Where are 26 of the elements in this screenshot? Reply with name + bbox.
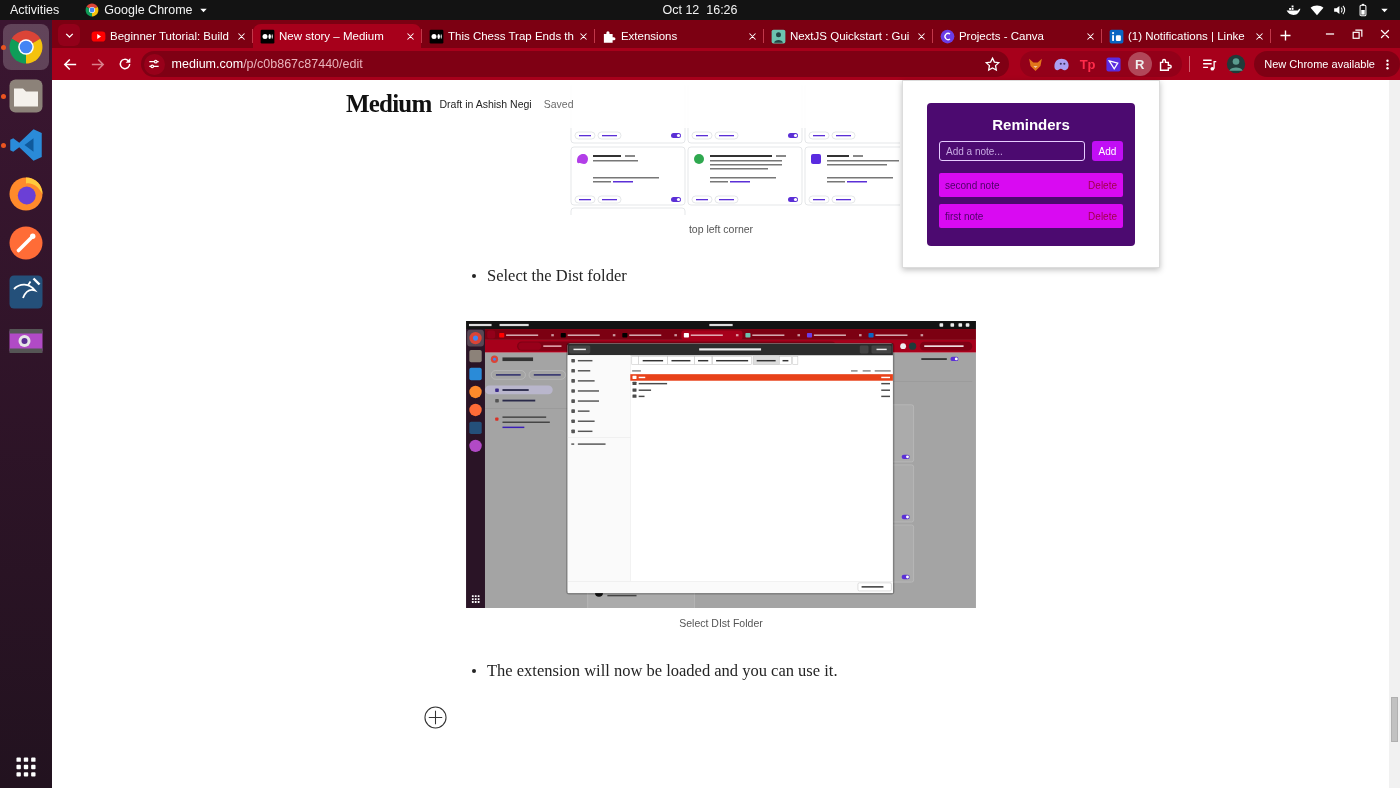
popup-title: Reminders bbox=[991, 115, 1071, 135]
url-text[interactable]: medium.com/p/c0b867c87440/edit bbox=[171, 57, 977, 71]
browser-tab[interactable]: NextJS Quickstart : Gui bbox=[763, 24, 932, 48]
update-button[interactable]: New Chrome available bbox=[1254, 51, 1400, 77]
site-logo[interactable]: Medium bbox=[346, 90, 432, 118]
figure-caption: top left corner bbox=[688, 222, 754, 236]
add-button[interactable]: Add bbox=[1092, 141, 1123, 161]
address-bar[interactable]: medium.com/p/c0b867c87440/edit bbox=[140, 51, 1009, 77]
figure-caption: Select DIst Folder bbox=[679, 616, 763, 630]
activities-button[interactable]: Activities bbox=[10, 3, 60, 17]
browser-tab[interactable]: New story – Medium bbox=[253, 24, 421, 48]
browser-tab[interactable]: (1) Notifications | Linke bbox=[1101, 24, 1270, 48]
app-menu[interactable]: Google Chrome bbox=[85, 3, 209, 17]
browser-tab[interactable]: Extensions bbox=[594, 24, 763, 48]
browser-tab[interactable]: Beginner Tutorial: Build bbox=[84, 24, 252, 48]
draft-label: Draft in Ashish Negi bbox=[439, 98, 532, 110]
note-text: first note bbox=[945, 210, 984, 222]
save-status: Saved bbox=[543, 98, 574, 110]
note-text: second note bbox=[945, 179, 1000, 191]
list-item-text: The extension will now be loaded and you can use it. bbox=[487, 660, 838, 682]
browser-tab[interactable]: This Chess Trap Ends th bbox=[422, 24, 594, 48]
browser-tab[interactable]: Projects - Canva bbox=[932, 24, 1101, 48]
clock-text[interactable]: Oct 12 16:26 bbox=[662, 3, 738, 17]
list-item-text: Select the Dist folder bbox=[487, 265, 627, 287]
note-input[interactable]: Add a note... bbox=[939, 141, 1085, 161]
extension-button[interactable]: R bbox=[1127, 52, 1152, 76]
